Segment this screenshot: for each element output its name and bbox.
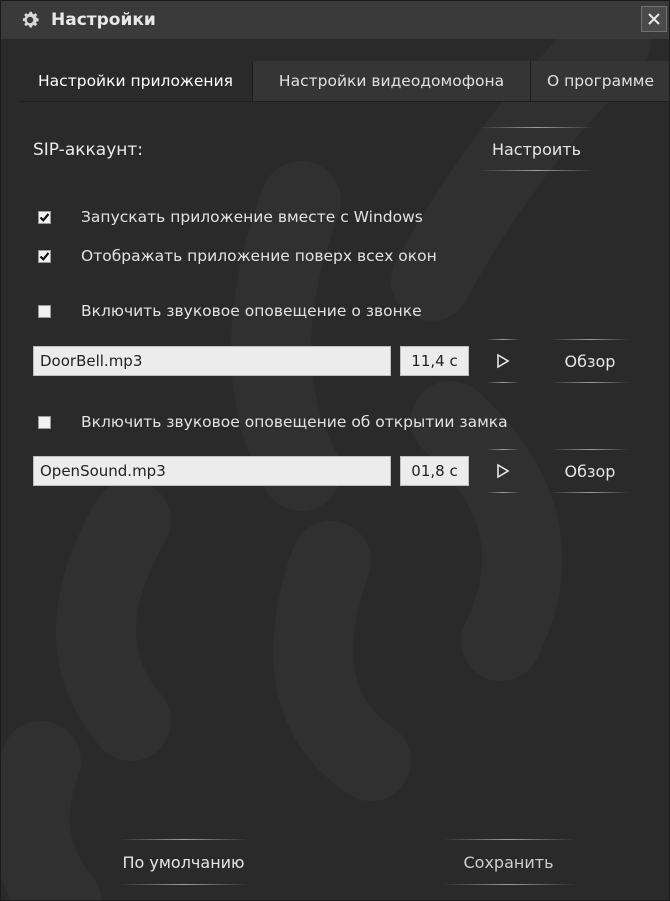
- lock-sound-checkbox[interactable]: [38, 415, 51, 429]
- ring-duration-field[interactable]: 11,4 с: [400, 346, 469, 376]
- ring-sound-label: Включить звуковое оповещение о звонке: [81, 302, 422, 320]
- tab-divider: [19, 101, 669, 102]
- topmost-option[interactable]: Отображать приложение поверх всех окон: [38, 245, 437, 267]
- lock-sound-label: Включить звуковое оповещение об открытии…: [81, 413, 508, 431]
- reset-defaults-button[interactable]: По умолчанию: [101, 839, 266, 885]
- settings-window: Настройки Настройки приложения Настройки…: [0, 0, 670, 901]
- tab-intercom-settings[interactable]: Настройки видеодомофона: [253, 61, 531, 101]
- ring-file-field[interactable]: DoorBell.mp3: [33, 346, 391, 376]
- ring-sound-checkbox[interactable]: [38, 304, 51, 318]
- checkmark-icon: [39, 251, 50, 261]
- topmost-label: Отображать приложение поверх всех окон: [81, 247, 437, 265]
- title-bar: Настройки: [1, 1, 669, 39]
- ring-sound-option[interactable]: Включить звуковое оповещение о звонке: [38, 300, 422, 322]
- lock-sound-option[interactable]: Включить звуковое оповещение об открытии…: [38, 411, 508, 433]
- lock-browse-button[interactable]: Обзор: [541, 449, 639, 493]
- tab-bar: Настройки приложения Настройки видеодомо…: [19, 61, 669, 101]
- window-title: Настройки: [51, 10, 156, 30]
- autostart-option[interactable]: Запускать приложение вместе с Windows: [38, 206, 423, 228]
- tab-app-settings[interactable]: Настройки приложения: [19, 61, 253, 101]
- ring-browse-button[interactable]: Обзор: [541, 339, 639, 383]
- save-button[interactable]: Сохранить: [426, 839, 591, 885]
- lock-play-button[interactable]: [482, 449, 524, 493]
- close-button[interactable]: [641, 6, 667, 32]
- autostart-label: Запускать приложение вместе с Windows: [81, 208, 423, 226]
- ring-play-button[interactable]: [482, 339, 524, 383]
- configure-sip-button[interactable]: Настроить: [464, 127, 609, 171]
- lock-duration-field[interactable]: 01,8 с: [400, 456, 469, 486]
- gear-icon: [22, 11, 39, 28]
- close-icon: [648, 13, 660, 25]
- play-icon: [497, 353, 510, 369]
- play-icon: [497, 463, 510, 479]
- checkmark-icon: [39, 212, 50, 222]
- lock-file-field[interactable]: OpenSound.mp3: [33, 456, 391, 486]
- topmost-checkbox[interactable]: [38, 249, 51, 263]
- autostart-checkbox[interactable]: [38, 210, 51, 224]
- tab-about[interactable]: О программе: [531, 61, 669, 101]
- sip-account-label: SIP-аккаунт:: [33, 140, 143, 160]
